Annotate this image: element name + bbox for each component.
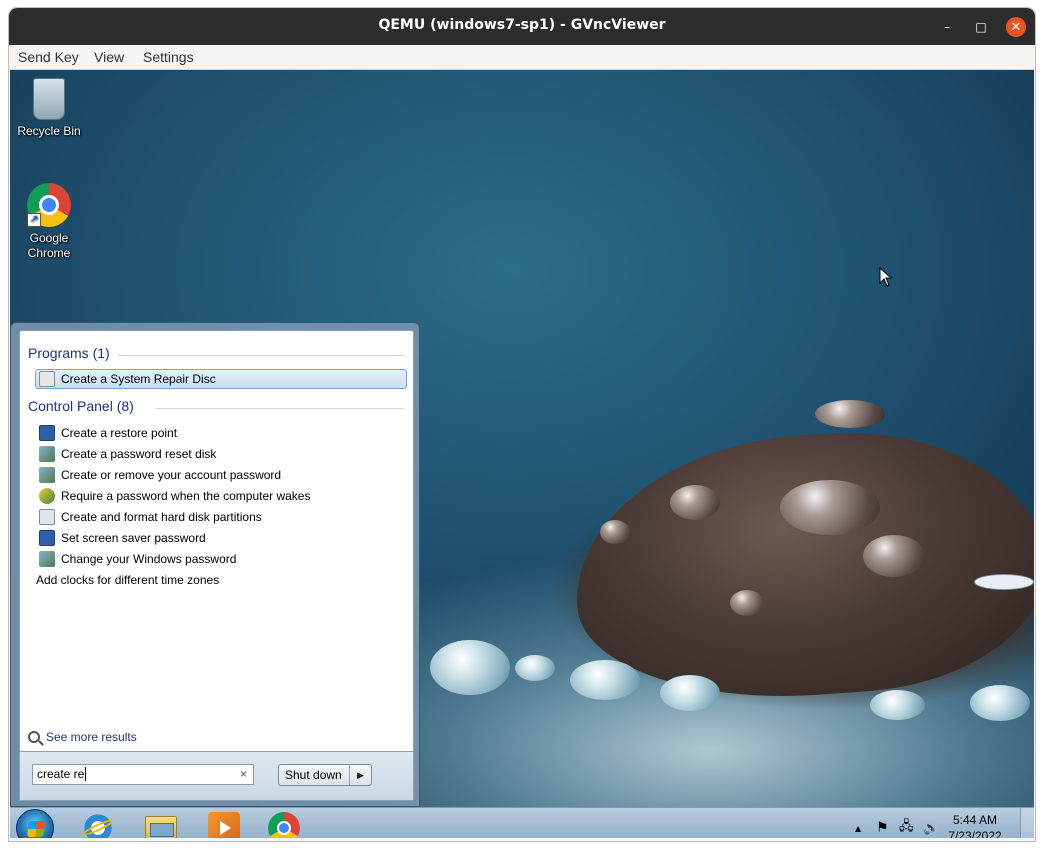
monitor-icon xyxy=(39,425,55,441)
guest-desktop[interactable]: Recycle Bin ↗ Google Chrome Programs (1)… xyxy=(10,70,1034,838)
taskbar: ▲ ⚑ 🖧 🔊 5:44 AM 7/23/2022 xyxy=(10,807,1034,838)
result-label: Create or remove your account password xyxy=(61,468,282,482)
wallpaper-drop xyxy=(600,520,630,544)
result-change-windows-password[interactable]: Change your Windows password xyxy=(36,549,406,569)
gvncviewer-window: QEMU (windows7-sp1) - GVncViewer – □ ✕ S… xyxy=(9,8,1035,841)
wallpaper-bead xyxy=(515,655,555,681)
shortcut-arrow-icon: ↗ xyxy=(27,213,41,227)
menu-send-key[interactable]: Send Key xyxy=(18,49,79,65)
media-player-icon[interactable] xyxy=(208,812,240,838)
result-create-format-partitions[interactable]: Create and format hard disk partitions xyxy=(36,507,406,527)
result-label: Create and format hard disk partitions xyxy=(61,510,262,524)
users-icon xyxy=(39,467,55,483)
result-label: Require a password when the computer wak… xyxy=(61,489,311,503)
search-icon xyxy=(28,731,40,743)
programs-group-header[interactable]: Programs (1) xyxy=(28,345,110,361)
title-bar[interactable]: QEMU (windows7-sp1) - GVncViewer – □ ✕ xyxy=(9,8,1035,45)
wallpaper-drop xyxy=(815,400,885,428)
see-more-label: See more results xyxy=(46,730,137,744)
disk-icon xyxy=(39,509,55,525)
result-add-clocks[interactable]: Add clocks for different time zones xyxy=(36,570,1034,590)
divider xyxy=(118,355,404,356)
control-panel-group-header[interactable]: Control Panel (8) xyxy=(28,398,134,414)
chrome-icon: ↗ xyxy=(27,183,71,227)
result-screen-saver-password[interactable]: Set screen saver password xyxy=(36,528,406,548)
clock-icon xyxy=(974,574,1034,590)
maximize-button[interactable]: □ xyxy=(971,17,991,37)
wallpaper-bead xyxy=(430,640,510,695)
network-icon[interactable]: 🖧 xyxy=(899,808,914,838)
mouse-cursor-icon xyxy=(879,267,893,287)
menu-settings[interactable]: Settings xyxy=(143,49,194,65)
result-create-system-repair-disc[interactable]: Create a System Repair Disc xyxy=(35,369,407,389)
result-create-or-remove-account-password[interactable]: Create or remove your account password xyxy=(36,465,406,485)
taskbar-clock[interactable]: 5:44 AM 7/23/2022 xyxy=(945,812,1005,838)
result-create-restore-point[interactable]: Create a restore point xyxy=(36,423,406,443)
recycle-bin-label: Recycle Bin xyxy=(17,124,81,138)
shutdown-button-group: Shut down ▶ xyxy=(278,764,372,786)
google-chrome-shortcut[interactable]: ↗ Google Chrome xyxy=(10,183,88,261)
wallpaper-bead xyxy=(570,660,640,700)
result-label: Create a restore point xyxy=(61,426,178,440)
chrome-icon[interactable] xyxy=(268,812,300,838)
result-label: Create a password reset disk xyxy=(61,447,217,461)
result-label: Set screen saver password xyxy=(61,531,206,545)
wallpaper-drop xyxy=(670,485,720,520)
start-menu: Programs (1) Create a System Repair Disc… xyxy=(10,322,1034,807)
wallpaper-drop xyxy=(863,535,925,577)
result-create-password-reset-disk[interactable]: Create a password reset disk xyxy=(36,444,406,464)
result-label: Create a System Repair Disc xyxy=(61,372,216,386)
start-menu-footer: create re × Shut down ▶ xyxy=(19,752,414,801)
close-button[interactable]: ✕ xyxy=(1006,17,1026,37)
result-label: Change your Windows password xyxy=(61,552,237,566)
window-title: QEMU (windows7-sp1) - GVncViewer xyxy=(378,17,666,33)
explorer-icon[interactable] xyxy=(145,816,177,838)
shutdown-options-arrow-icon[interactable]: ▶ xyxy=(349,765,371,785)
menu-bar: Send Key View Settings xyxy=(9,45,1035,70)
start-search-input[interactable]: create re × xyxy=(32,764,254,785)
action-center-flag-icon[interactable]: ⚑ xyxy=(876,808,889,838)
shutdown-button[interactable]: Shut down xyxy=(285,768,342,782)
wallpaper-bead xyxy=(970,685,1030,721)
clock-date: 7/23/2022 xyxy=(948,829,1002,838)
wallpaper-drop xyxy=(730,590,764,616)
recycle-bin-shortcut[interactable]: Recycle Bin xyxy=(10,78,88,138)
wallpaper-bead xyxy=(870,690,925,720)
result-label: Add clocks for different time zones xyxy=(36,573,220,587)
menu-view[interactable]: View xyxy=(94,49,124,65)
power-shield-icon xyxy=(39,488,55,504)
clock-time: 5:44 AM xyxy=(952,813,998,827)
wallpaper-bead xyxy=(660,675,720,711)
minimize-button[interactable]: – xyxy=(937,17,957,37)
result-require-password-on-wake[interactable]: Require a password when the computer wak… xyxy=(36,486,406,506)
see-more-results-link[interactable]: See more results xyxy=(28,730,137,744)
users-icon xyxy=(39,446,55,462)
recycle-bin-icon xyxy=(33,78,65,120)
monitor-icon xyxy=(39,530,55,546)
clear-search-icon[interactable]: × xyxy=(240,767,247,781)
repair-disc-icon xyxy=(39,371,55,387)
volume-icon[interactable]: 🔊 xyxy=(923,808,939,838)
google-chrome-label: Google Chrome xyxy=(27,231,71,260)
wallpaper-drop xyxy=(780,480,880,535)
show-desktop-button[interactable] xyxy=(1020,808,1034,838)
users-icon xyxy=(39,551,55,567)
internet-explorer-icon[interactable] xyxy=(82,812,114,838)
search-results-pane: Programs (1) Create a System Repair Disc… xyxy=(19,330,1034,752)
show-hidden-icons-icon[interactable]: ▲ xyxy=(855,808,861,838)
divider xyxy=(156,408,404,409)
wallpaper-coffee-bean xyxy=(566,418,1034,712)
search-value: create re xyxy=(37,767,87,781)
start-button[interactable] xyxy=(16,809,54,838)
